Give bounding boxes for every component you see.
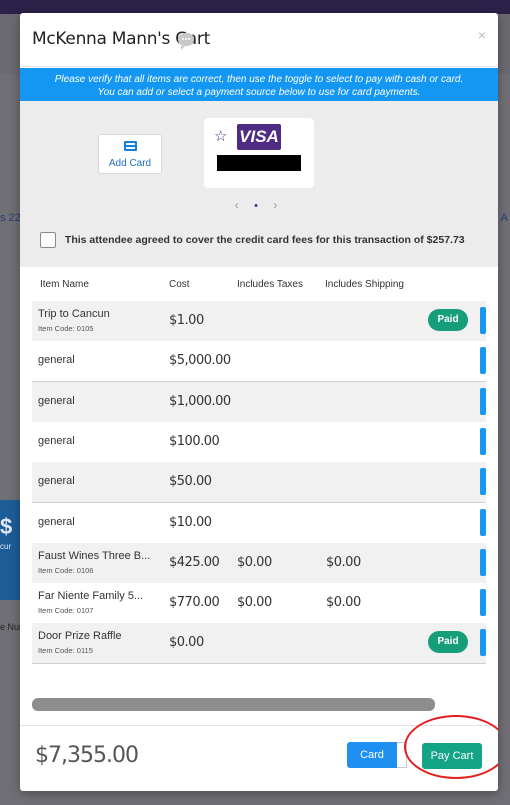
cart-total: $7,355.00 [35,743,139,768]
background-stat-sub: cur [0,542,12,551]
row-action-button[interactable] [480,347,486,375]
chevron-right-icon[interactable]: › [273,198,283,212]
item-code: Item Code: 0106 [38,565,94,575]
item-cost: $10.00 [169,514,212,530]
credit-card-icon [123,141,137,151]
table-row: general $100.00 [32,421,486,463]
item-code: Item Code: 0105 [38,324,94,333]
paid-badge: Paid [428,309,468,331]
item-name: general [38,354,75,367]
table-row: general $50.00 [32,462,486,504]
row-action-button[interactable] [480,629,486,657]
card-carousel-nav: ‹ • › [20,198,498,212]
close-icon[interactable]: × [478,27,486,43]
row-action-button[interactable] [480,468,486,496]
item-cost: $1,000.00 [169,393,231,409]
highlight-annotation-circle [404,715,498,779]
row-action-button[interactable] [480,307,486,334]
horizontal-scrollbar[interactable] [32,698,435,711]
item-name: general [38,434,75,447]
table-header: Item Name Cost Includes Taxes Includes S… [20,267,498,301]
item-name: Door Prize Raffle [38,630,122,643]
item-code: Item Code: 0115 [38,646,93,656]
background-stat-card: $ cur [0,500,22,600]
item-shipping: $0.00 [326,595,361,611]
item-cost: $0.00 [169,635,204,651]
table-row: Trip to Cancun Item Code: 0105 $1.00 Paid [32,301,486,342]
item-taxes: $0.00 [237,554,272,570]
table-row: general $10.00 [32,502,486,544]
item-cost: $100.00 [169,433,220,449]
modal-header: McKenna Mann's Cart × [20,13,498,67]
background-top-bar [0,0,510,14]
item-name: Faust Wines Three B... [38,549,151,562]
table-row: general $1,000.00 [32,381,486,423]
header-includes-shipping: Includes Shipping [325,279,404,290]
item-code: Item Code: 0107 [38,606,94,616]
notice-line-1: Please verify that all items are correct… [54,74,464,85]
star-icon[interactable]: ☆ [214,127,227,145]
cover-fees-row: This attendee agreed to cover the credit… [40,232,465,248]
cart-table: Item Name Cost Includes Taxes Includes S… [20,267,498,665]
item-cost: $5,000.00 [169,353,231,369]
row-action-button[interactable] [480,387,486,415]
notice-line-2: You can add or select a payment source b… [97,87,421,98]
item-shipping: $0.00 [326,554,361,570]
item-name: Far Niente Family 5... [38,590,144,603]
saved-card-visa[interactable]: ☆ VISA [204,118,314,188]
header-cost: Cost [169,279,190,290]
cart-modal: McKenna Mann's Cart × Please verify that… [20,13,498,791]
item-name: general [38,394,75,407]
table-row: Door Prize Raffle Item Code: 0115 $0.00 Pai… [32,623,486,665]
table-row: general $5,000.00 [32,341,486,383]
visa-logo: VISA [237,124,281,150]
row-action-button[interactable] [480,589,486,617]
row-action-button[interactable] [480,548,486,576]
cover-fees-checkbox[interactable] [40,232,56,248]
item-name: general [38,475,75,488]
item-cost: $770.00 [169,595,220,611]
table-row: Faust Wines Three B... Item Code: 0106 $42… [32,542,486,584]
item-name: Trip to Cancun [38,308,110,320]
item-taxes: $0.00 [237,595,272,611]
chat-icon[interactable] [178,33,194,50]
background-text-left: s 22 [0,212,21,224]
payment-source-area: Please verify that all items are correct… [20,68,498,267]
item-cost: $1.00 [169,313,204,328]
row-action-button[interactable] [480,508,486,536]
add-card-label: Add Card [108,158,152,169]
add-card-button[interactable]: Add Card [98,134,162,174]
header-includes-taxes: Includes Taxes [237,279,303,290]
payment-notice: Please verify that all items are correct… [20,68,498,101]
background-stat-value: $ [0,514,13,539]
table-row: Far Niente Family 5... Item Code: 0107 $77… [32,583,486,625]
redacted-card-number [217,155,301,171]
item-cost: $425.00 [169,554,220,570]
carousel-dot[interactable]: • [254,200,264,212]
row-action-button[interactable] [480,427,486,455]
paid-badge: Paid [428,631,468,654]
background-text-right: A [500,212,508,224]
chevron-left-icon[interactable]: ‹ [235,198,245,212]
cover-fees-label: This attendee agreed to cover the credit… [64,234,465,246]
header-item-name: Item Name [40,279,89,290]
item-cost: $50.00 [169,474,212,490]
card-toggle-button[interactable]: Card [347,742,397,768]
item-name: general [38,515,75,528]
